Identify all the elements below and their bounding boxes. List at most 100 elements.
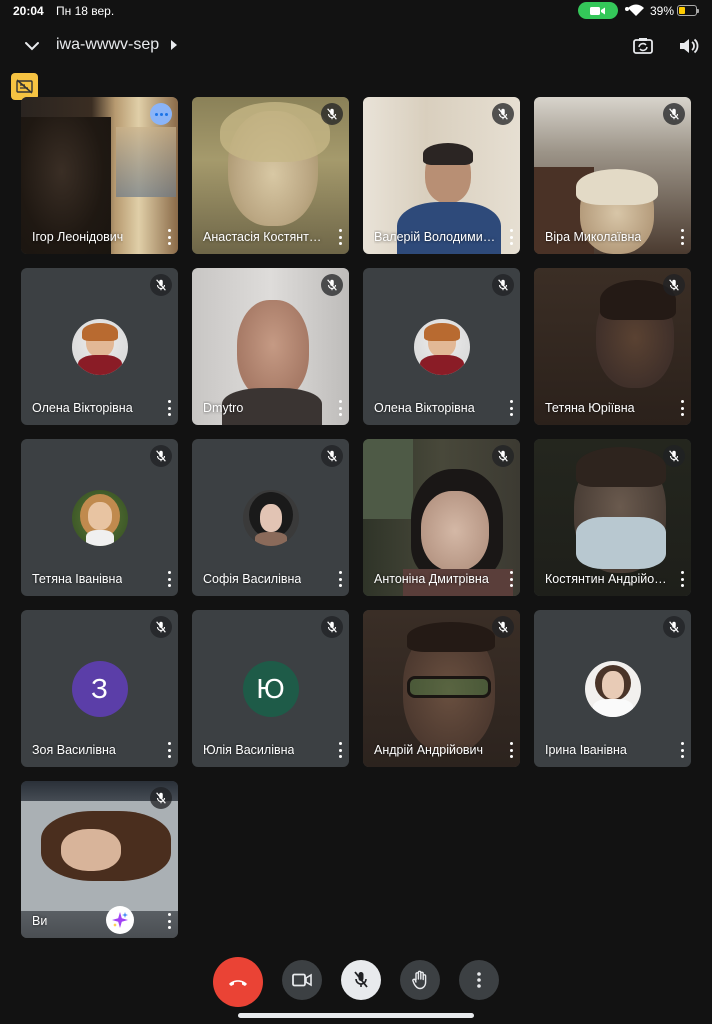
status-bar: 20:04 Пн 18 вер. 39% xyxy=(0,0,712,22)
participant-avatar xyxy=(242,489,299,546)
more-options-button[interactable] xyxy=(459,960,499,1000)
tile-menu-icon[interactable] xyxy=(167,571,171,587)
participant-name: Андрій Андрійович xyxy=(374,743,484,757)
participant-name: Олена Вікторівна xyxy=(374,401,475,415)
participant-avatar xyxy=(71,489,128,546)
end-call-button[interactable] xyxy=(213,957,263,1007)
tile-menu-icon[interactable] xyxy=(509,229,513,245)
tile-menu-icon[interactable] xyxy=(509,400,513,416)
tile-menu-icon[interactable] xyxy=(509,571,513,587)
participant-tile[interactable]: Ігор Леонідович xyxy=(21,97,178,254)
raise-hand-button[interactable] xyxy=(400,960,440,1000)
participant-avatar xyxy=(71,318,128,375)
battery-percent: 39% xyxy=(650,4,675,18)
mic-off-icon xyxy=(663,103,685,125)
switch-camera-icon[interactable] xyxy=(632,35,654,57)
participant-name: Тетяна Іванівна xyxy=(32,572,123,586)
participant-initial: Ю xyxy=(242,660,299,717)
participant-name: Тетяна Юріївна xyxy=(545,401,635,415)
home-indicator[interactable] xyxy=(238,1013,474,1018)
tile-menu-icon[interactable] xyxy=(167,913,171,929)
microphone-button[interactable] xyxy=(341,960,381,1000)
participant-name: Ігор Леонідович xyxy=(32,230,124,244)
participant-tile[interactable]: Олена Вікторівна xyxy=(21,268,178,425)
hang-up-icon xyxy=(229,980,247,986)
hand-icon xyxy=(412,970,427,990)
participant-name: Юлія Василівна xyxy=(203,743,295,757)
mic-off-icon xyxy=(354,971,368,988)
mic-off-icon xyxy=(492,103,514,125)
participant-tile[interactable]: Валерій Володимирович xyxy=(363,97,520,254)
mic-off-icon xyxy=(663,274,685,296)
participant-name: Dmytro xyxy=(203,401,244,415)
mic-off-icon xyxy=(492,445,514,467)
participant-tile[interactable]: Ірина Іванівна xyxy=(534,610,691,767)
tile-menu-icon[interactable] xyxy=(338,400,342,416)
tile-menu-icon[interactable] xyxy=(167,229,171,245)
participant-initial: З xyxy=(71,660,128,717)
participant-name: Костянтин Андрійович xyxy=(545,572,670,586)
tile-menu-icon[interactable] xyxy=(338,571,342,587)
tile-menu-icon[interactable] xyxy=(680,400,684,416)
participant-tile[interactable]: Антоніна Дмитрівна xyxy=(363,439,520,596)
more-vertical-icon xyxy=(477,972,481,988)
camera-in-use-icon xyxy=(578,2,618,19)
mic-off-icon xyxy=(150,274,172,296)
participant-name: Зоя Василівна xyxy=(32,743,116,757)
participant-tile[interactable]: Тетяна Іванівна xyxy=(21,439,178,596)
tile-menu-icon[interactable] xyxy=(338,229,342,245)
expand-arrow-icon[interactable] xyxy=(171,40,177,50)
mic-off-icon xyxy=(492,274,514,296)
camera-button[interactable] xyxy=(282,960,322,1000)
call-controls xyxy=(0,957,712,1007)
mic-off-icon xyxy=(321,103,343,125)
participant-name: Ірина Іванівна xyxy=(545,743,627,757)
mic-off-icon xyxy=(150,445,172,467)
participant-tile[interactable]: Ю Юлія Василівна xyxy=(192,610,349,767)
participant-name: Олена Вікторівна xyxy=(32,401,133,415)
tile-menu-icon[interactable] xyxy=(680,571,684,587)
tile-menu-icon[interactable] xyxy=(167,400,171,416)
meeting-header: iwa-wwwv-sep xyxy=(0,28,712,64)
participant-name: Антоніна Дмитрівна xyxy=(374,572,489,586)
participant-name: Анастасія Костянтинівна xyxy=(203,230,328,244)
chevron-down-icon[interactable] xyxy=(22,36,42,56)
mic-off-icon xyxy=(663,445,685,467)
participant-avatar xyxy=(584,660,641,717)
participant-tile[interactable]: Dmytro xyxy=(192,268,349,425)
effects-sparkle-icon[interactable] xyxy=(106,906,134,934)
more-actions-icon[interactable] xyxy=(150,103,172,125)
date: Пн 18 вер. xyxy=(56,4,115,18)
tile-menu-icon[interactable] xyxy=(680,229,684,245)
closed-captions-off-icon[interactable] xyxy=(11,73,38,100)
participant-tile[interactable]: Олена Вікторівна xyxy=(363,268,520,425)
participant-tile[interactable]: Віра Миколаївна xyxy=(534,97,691,254)
tile-menu-icon[interactable] xyxy=(338,742,342,758)
speaker-icon[interactable] xyxy=(677,35,699,57)
tile-menu-icon[interactable] xyxy=(509,742,513,758)
mic-off-icon xyxy=(321,274,343,296)
mic-off-icon xyxy=(663,616,685,638)
participant-name: Віра Миколаївна xyxy=(545,230,642,244)
battery-icon xyxy=(677,5,699,16)
wifi-icon xyxy=(628,4,644,16)
mic-off-icon xyxy=(150,616,172,638)
tile-menu-icon[interactable] xyxy=(680,742,684,758)
video-camera-icon xyxy=(292,973,312,987)
self-name: Ви xyxy=(32,914,48,928)
participant-tile[interactable]: Андрій Андрійович xyxy=(363,610,520,767)
mic-off-icon xyxy=(150,787,172,809)
participant-tile[interactable]: Анастасія Костянтинівна xyxy=(192,97,349,254)
mic-off-icon xyxy=(321,445,343,467)
participant-tile[interactable]: Костянтин Андрійович xyxy=(534,439,691,596)
tile-menu-icon[interactable] xyxy=(167,742,171,758)
self-view-tile[interactable]: Ви xyxy=(21,781,178,938)
participant-tile[interactable]: Софія Василівна xyxy=(192,439,349,596)
participant-tile[interactable]: З Зоя Василівна xyxy=(21,610,178,767)
participant-tile[interactable]: Тетяна Юріївна xyxy=(534,268,691,425)
participant-name: Валерій Володимирович xyxy=(374,230,499,244)
participant-avatar xyxy=(413,318,470,375)
meeting-code[interactable]: iwa-wwwv-sep xyxy=(56,36,159,54)
mic-off-icon xyxy=(321,616,343,638)
clock: 20:04 xyxy=(13,4,44,18)
